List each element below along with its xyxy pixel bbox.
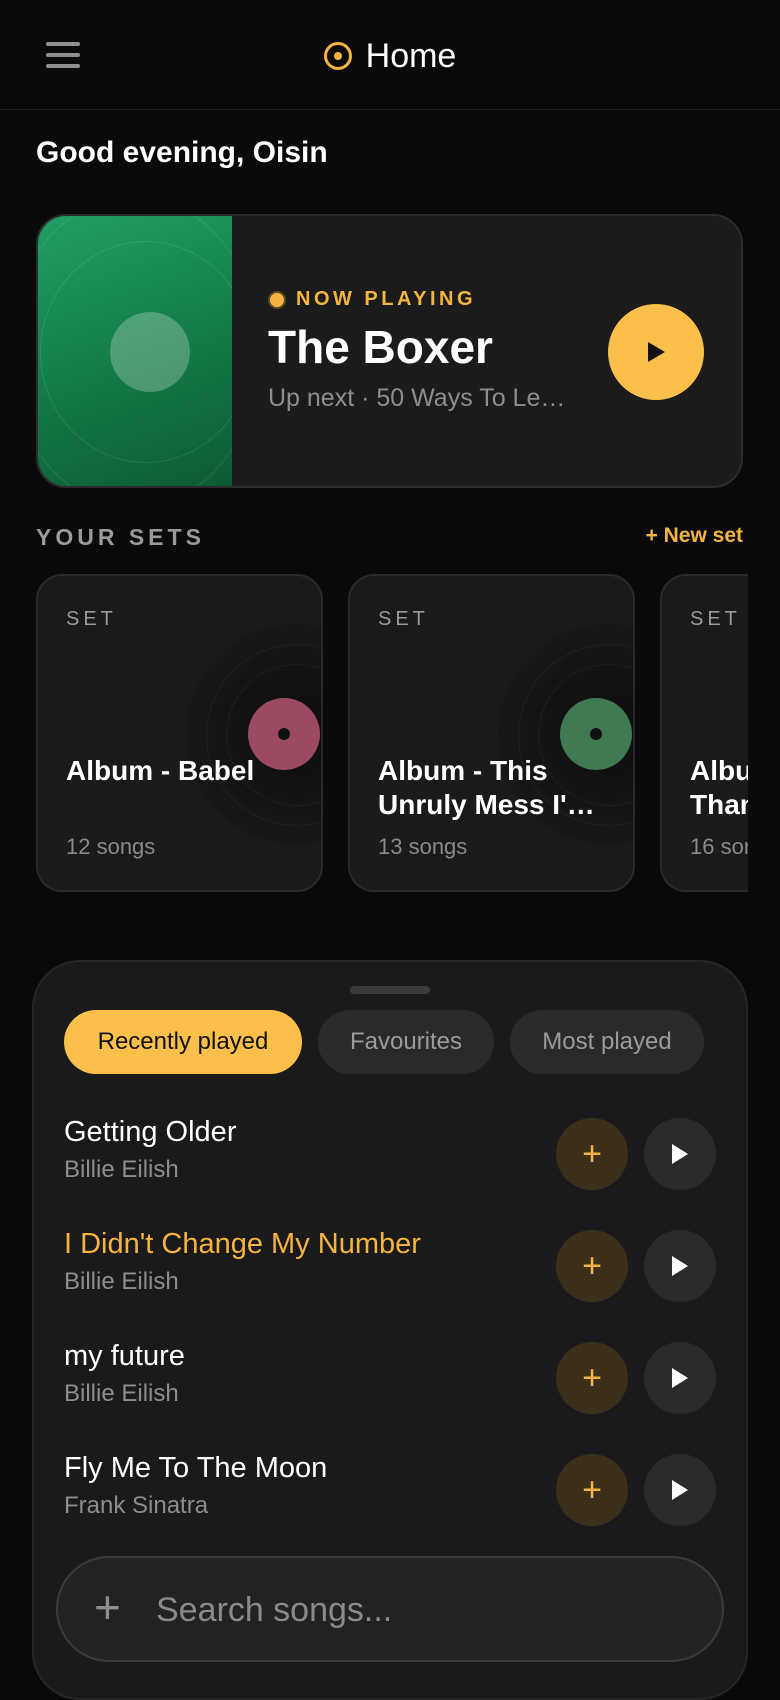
play-song-button[interactable] bbox=[644, 1118, 716, 1190]
set-card[interactable]: SET Album - This Unruly Mess I've Made 1… bbox=[348, 574, 635, 892]
tab-most-played[interactable]: Most played bbox=[510, 1010, 704, 1074]
song-title: I Didn't Change My Number bbox=[64, 1228, 421, 1260]
tab-favourites[interactable]: Favourites bbox=[318, 1010, 494, 1074]
live-dot-icon bbox=[268, 290, 286, 309]
set-tag: SET bbox=[690, 608, 741, 630]
header-title-group: Home bbox=[0, 34, 780, 78]
set-song-count: 12 songs bbox=[66, 834, 156, 859]
set-name: Album - This Unruly Mess I've Made bbox=[378, 755, 598, 820]
drag-handle[interactable] bbox=[350, 986, 430, 994]
add-to-set-button[interactable]: + bbox=[556, 1118, 628, 1190]
song-artist: Frank Sinatra bbox=[64, 1492, 209, 1519]
album-art bbox=[38, 216, 232, 486]
song-title: my future bbox=[64, 1340, 185, 1372]
song-artist: Billie Eilish bbox=[64, 1380, 179, 1407]
song-row[interactable]: Getting Older Billie Eilish + bbox=[64, 1116, 744, 1206]
plus-icon: + bbox=[582, 1134, 602, 1173]
page-title: Home bbox=[365, 36, 457, 75]
song-row[interactable]: my future Billie Eilish + bbox=[64, 1340, 744, 1430]
now-playing-title: The Boxer bbox=[268, 321, 493, 373]
play-icon bbox=[672, 1256, 688, 1276]
now-playing-label-row: NOW PLAYING bbox=[268, 288, 476, 311]
song-artist: Billie Eilish bbox=[64, 1268, 179, 1295]
set-name: Album - Happier Than Ever bbox=[690, 755, 748, 820]
play-song-button[interactable] bbox=[644, 1342, 716, 1414]
sets-carousel[interactable]: SET Album - Babel 12 songs SET Album - T… bbox=[36, 574, 748, 894]
song-title: Fly Me To The Moon bbox=[64, 1452, 328, 1484]
set-song-count: 13 songs bbox=[378, 834, 468, 859]
now-playing-card[interactable]: NOW PLAYING The Boxer Up next · 50 Ways … bbox=[36, 214, 743, 488]
search-bar[interactable]: + bbox=[56, 1556, 724, 1662]
play-icon bbox=[672, 1144, 688, 1164]
play-icon bbox=[672, 1368, 688, 1388]
vinyl-icon bbox=[186, 624, 321, 844]
tab-recently-played[interactable]: Recently played bbox=[64, 1010, 302, 1074]
play-icon bbox=[648, 342, 665, 362]
new-set-button[interactable]: + New set bbox=[600, 524, 743, 548]
play-icon bbox=[672, 1480, 688, 1500]
now-playing-label: NOW PLAYING bbox=[296, 288, 476, 310]
add-to-set-button[interactable]: + bbox=[556, 1230, 628, 1302]
up-next-text: Up next · 50 Ways To Leave Your Lover bbox=[268, 384, 578, 412]
play-button[interactable] bbox=[608, 304, 704, 400]
vinyl-icon bbox=[323, 42, 352, 70]
song-row[interactable]: Fly Me To The Moon Frank Sinatra + bbox=[64, 1452, 744, 1542]
set-tag: SET bbox=[66, 608, 117, 630]
set-song-count: 16 songs bbox=[690, 834, 748, 859]
plus-icon: + bbox=[582, 1470, 602, 1509]
add-to-set-button[interactable]: + bbox=[556, 1454, 628, 1526]
set-name: Album - Babel bbox=[66, 755, 255, 786]
search-input[interactable] bbox=[154, 1578, 678, 1642]
add-to-set-button[interactable]: + bbox=[556, 1342, 628, 1414]
song-artist: Billie Eilish bbox=[64, 1156, 179, 1183]
set-tag: SET bbox=[378, 608, 429, 630]
plus-icon: + bbox=[94, 1581, 121, 1633]
plus-icon: + bbox=[582, 1358, 602, 1397]
plus-icon: + bbox=[582, 1246, 602, 1285]
set-card[interactable]: SET Album - Happier Than Ever 16 songs bbox=[660, 574, 748, 892]
set-card[interactable]: SET Album - Babel 12 songs bbox=[36, 574, 323, 892]
greeting: Good evening, Oisin bbox=[36, 136, 328, 169]
play-song-button[interactable] bbox=[644, 1230, 716, 1302]
song-row[interactable]: I Didn't Change My Number Billie Eilish … bbox=[64, 1228, 744, 1318]
song-title: Getting Older bbox=[64, 1116, 237, 1148]
sets-section-title: YOUR SETS bbox=[36, 524, 205, 550]
play-song-button[interactable] bbox=[644, 1454, 716, 1526]
